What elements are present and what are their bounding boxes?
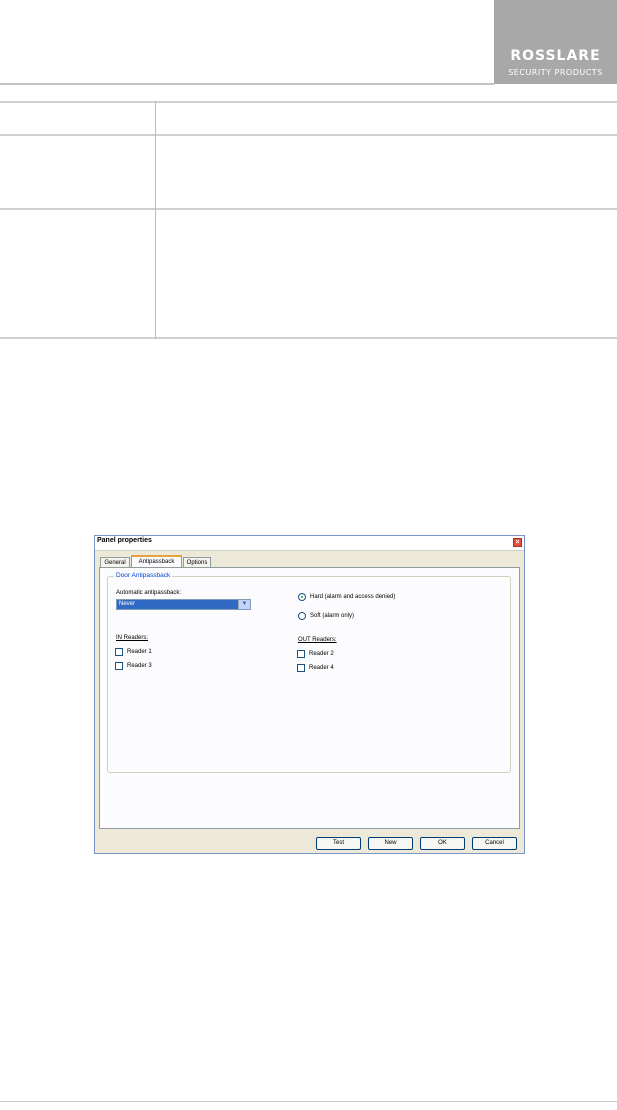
group-title: Door Antipassback <box>114 572 173 579</box>
reader-3-checkbox[interactable] <box>115 662 123 670</box>
ok-button[interactable]: OK <box>420 837 465 850</box>
radio-soft-label: Soft (alarm only) <box>310 613 355 619</box>
close-icon[interactable]: × <box>513 538 522 547</box>
reader-2-label: Reader 2 <box>309 651 334 657</box>
reader-2-checkbox[interactable] <box>297 650 305 658</box>
reader-1-label: Reader 1 <box>127 649 152 655</box>
door-antipassback-group: Door Antipassback Automatic antipassback… <box>107 572 511 773</box>
table-rule <box>0 208 617 210</box>
reader-4-label: Reader 4 <box>309 665 334 671</box>
logo-sub-text: SECURITY PRODUCTS <box>508 68 603 77</box>
tab-panel: Door Antipassback Automatic antipassback… <box>99 567 520 829</box>
radio-soft[interactable] <box>298 612 306 620</box>
in-readers-label: IN Readers: <box>116 635 149 641</box>
dialog-titlebar: Panel properties × <box>95 536 524 551</box>
radio-hard[interactable] <box>298 593 306 601</box>
panel-properties-dialog: Panel properties × General Antipassback … <box>94 535 525 854</box>
radio-hard-label: Hard (alarm and access denied) <box>310 594 396 600</box>
table-column-divider <box>155 101 156 339</box>
table-rule <box>0 337 617 339</box>
reader-4-checkbox[interactable] <box>297 664 305 672</box>
cancel-button[interactable]: Cancel <box>472 837 517 850</box>
tab-general[interactable]: General <box>100 557 130 567</box>
logo-main-text: ROSSLARE <box>510 48 601 64</box>
rosslare-logo: ROSSLARE SECURITY PRODUCTS <box>494 0 617 84</box>
new-button[interactable]: New <box>368 837 413 850</box>
reader-1-checkbox[interactable] <box>115 648 123 656</box>
dialog-title: Panel properties <box>97 537 152 544</box>
select-value: Never <box>119 601 136 607</box>
test-button[interactable]: Test <box>316 837 361 850</box>
tab-options[interactable]: Options <box>183 557 211 567</box>
footer-divider <box>0 1101 617 1102</box>
out-readers-label: OUT Readers: <box>298 637 337 643</box>
table-rule <box>0 134 617 136</box>
header-divider <box>0 83 494 85</box>
table-rule <box>0 101 617 103</box>
document-table <box>0 101 617 339</box>
auto-antipassback-select[interactable]: Never ▼ <box>116 599 251 610</box>
auto-antipassback-label: Automatic antipassback: <box>116 590 182 596</box>
chevron-down-icon[interactable]: ▼ <box>238 600 250 609</box>
reader-3-label: Reader 3 <box>127 663 152 669</box>
